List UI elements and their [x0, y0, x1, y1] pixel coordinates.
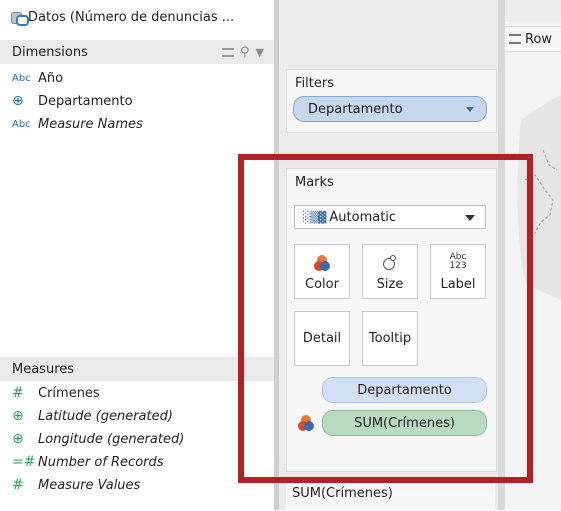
- dimensions-title: Dimensions: [12, 44, 88, 60]
- field-item[interactable]: ⊕ Departamento: [12, 90, 133, 112]
- field-name: Departamento: [38, 93, 133, 109]
- search-icon[interactable]: ⚲: [240, 45, 250, 60]
- chevron-down-icon[interactable]: [466, 107, 474, 112]
- data-source-row[interactable]: Datos (Número de denuncias ...: [10, 6, 234, 28]
- number-type-icon: #: [12, 385, 24, 401]
- field-item[interactable]: =# Number of Records: [12, 451, 164, 473]
- color-legend-card: SUM(Crímenes): [286, 480, 495, 511]
- field-item[interactable]: ⊕ Longitude (generated): [12, 428, 184, 450]
- measures-title: Measures: [12, 361, 75, 377]
- field-name: Latitude (generated): [38, 408, 173, 424]
- dimensions-header: Dimensions ⚲ ▼: [0, 40, 274, 64]
- field-name: Number of Records: [38, 454, 164, 470]
- field-name: Measure Names: [38, 116, 143, 132]
- globe-icon: ⊕: [12, 431, 24, 447]
- rows-shelf-label: Row: [525, 31, 553, 47]
- field-item[interactable]: # Crímenes: [12, 382, 100, 404]
- rows-shelf[interactable]: Row: [505, 26, 561, 52]
- measures-header: Measures: [0, 357, 274, 381]
- data-source-icon: [10, 10, 29, 26]
- filter-pill-label: Departamento: [308, 101, 403, 117]
- number-type-icon: #: [12, 477, 24, 493]
- field-name: Measure Values: [38, 477, 141, 493]
- field-name: Año: [38, 70, 64, 86]
- filters-title: Filters: [295, 76, 334, 91]
- field-item[interactable]: # Measure Values: [12, 474, 140, 496]
- data-source-name: Datos (Número de denuncias ...: [28, 9, 235, 25]
- field-item[interactable]: ⊕ Latitude (generated): [12, 405, 173, 427]
- highlight-annotation-box: [238, 154, 533, 483]
- rows-icon: [509, 34, 521, 44]
- columns-shelf[interactable]: [505, 0, 561, 22]
- chevron-down-icon[interactable]: ▼: [256, 46, 264, 59]
- field-name: Longitude (generated): [38, 431, 185, 447]
- filter-pill-departamento[interactable]: Departamento: [293, 96, 487, 122]
- string-type-icon: Abc: [12, 118, 31, 130]
- color-legend-title: SUM(Crímenes): [292, 486, 393, 501]
- globe-icon: ⊕: [12, 93, 24, 109]
- string-type-icon: Abc: [12, 72, 31, 84]
- globe-icon: ⊕: [12, 408, 24, 424]
- field-name: Crímenes: [38, 385, 100, 401]
- field-item[interactable]: Abc Measure Names: [12, 113, 143, 135]
- number-type-icon: =#: [12, 454, 36, 470]
- view-list-icon[interactable]: [222, 48, 234, 57]
- field-item[interactable]: Abc Año: [12, 67, 63, 89]
